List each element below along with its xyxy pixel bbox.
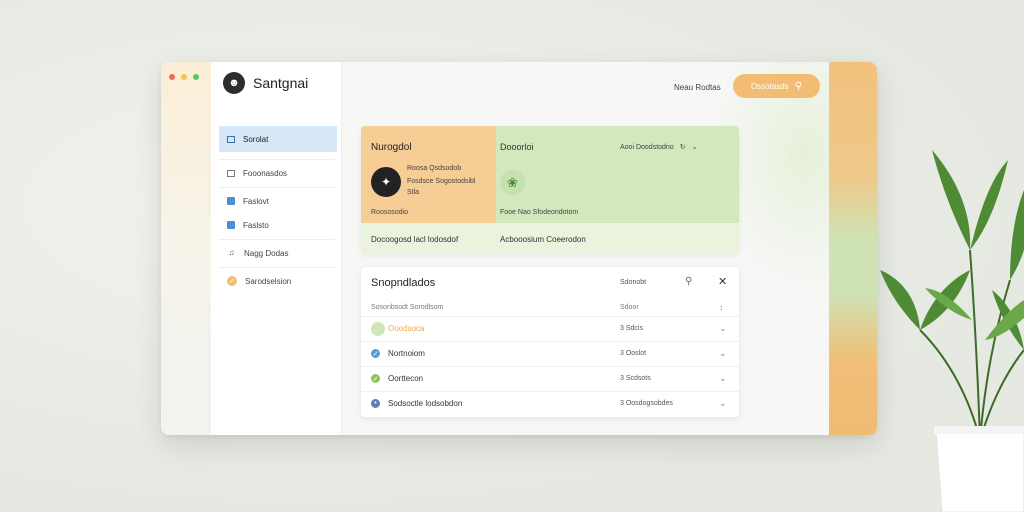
summary-right-title: Dooorloi — [500, 142, 534, 152]
target-icon: • — [371, 399, 380, 408]
check-badge-icon: ✓ — [227, 276, 237, 286]
summary-left-line: Fosdsce Sogostodsibl — [407, 178, 476, 185]
sidebar-item-label: Sarodselsion — [245, 276, 292, 286]
potted-plant-decoration — [880, 150, 1024, 512]
row-value: 3 Oosdogsobdes — [620, 400, 673, 407]
square-icon — [227, 135, 235, 143]
list-header-col: Sdoor — [620, 304, 639, 311]
search-icon: ⚲ — [794, 80, 803, 92]
list-header-left: Sosonbsodt Sorodlsom — [371, 304, 444, 311]
summary-left-line: Stla — [407, 189, 420, 196]
row-name: Sodsoctle lodsobdon — [388, 399, 463, 408]
chevron-down-icon[interactable]: ⌄ — [719, 398, 727, 409]
sidebar-item-label: Sorolat — [243, 134, 269, 144]
summary-left-footer: Roososodio — [371, 209, 408, 216]
sidebar-item-sorolat[interactable]: Sorolat — [219, 126, 337, 152]
summary-right-footer: Fooe Nao Sfodeondotom — [500, 209, 579, 216]
leaf-icon: ❀ — [500, 170, 525, 195]
summary-bottom-left: Docoogosd lacl lodosdof — [371, 235, 459, 244]
decor-right-panel — [829, 62, 877, 435]
list-filter[interactable]: Sdonobt — [620, 279, 646, 286]
decor-left-panel — [161, 62, 211, 435]
brand[interactable]: ☻ Santgnai — [223, 72, 308, 94]
brand-name: Santgnai — [253, 75, 309, 91]
row-name: Oorttecon — [388, 374, 424, 383]
chevron-down-icon[interactable]: ⌄ — [719, 373, 727, 384]
sidebar-item-faslsto[interactable]: Faslsto — [219, 212, 337, 238]
sidebar-item-sarodselsion[interactable]: ✓ Sarodselsion — [219, 268, 337, 294]
status-dot-icon — [371, 322, 385, 336]
close-icon[interactable]: ✕ — [718, 275, 727, 288]
summary-left-line: Roosa Qsdsodob — [407, 165, 462, 172]
summary-card: Nurogdol ✦ Roosa Qsdsodob Fosdsce Sogost… — [361, 126, 739, 254]
globe-icon: ✓ — [371, 349, 380, 358]
sort-icon[interactable]: ↕ — [719, 303, 723, 312]
row-value: 3 Ooslot — [620, 350, 647, 357]
list-card: Snopndlados Sdonobt ⚲ ✕ Sosonbsodt Sorod… — [361, 267, 739, 417]
summary-right-actions[interactable]: Aooi Doodstodno ↻ ⌄ — [620, 143, 698, 152]
table-row[interactable]: ✓ Oorttecon 3 Scdsots ⌄ — [361, 366, 739, 391]
tag-icon — [227, 197, 235, 205]
tag-icon — [227, 221, 235, 229]
close-window-button[interactable] — [169, 74, 175, 80]
avatar[interactable]: ✦ — [371, 167, 401, 197]
sidebar-item-label: Faslsto — [243, 220, 269, 230]
table-row[interactable]: Ooodsoca 3 Sdcis ⌄ — [361, 316, 739, 341]
window-controls — [169, 74, 199, 80]
music-icon: ♫ — [228, 248, 235, 257]
sidebar-item-label: Fooonasdos — [243, 168, 288, 178]
sidebar: ☻ Santgnai Sorolat Fooonasdos Faslovt Fa… — [211, 62, 342, 435]
minimize-window-button[interactable] — [181, 74, 187, 80]
maximize-window-button[interactable] — [193, 74, 199, 80]
sidebar-item-fooonasdos[interactable]: Fooonasdos — [219, 160, 337, 186]
table-row[interactable]: • Sodsoctle lodsobdon 3 Oosdogsobdes ⌄ — [361, 391, 739, 416]
sync-icon: ↻ — [679, 144, 686, 151]
sidebar-item-label: Nagg Dodas — [244, 248, 289, 258]
row-name: Nortnoiom — [388, 349, 425, 358]
chevron-down-icon[interactable]: ⌄ — [719, 348, 727, 359]
search-icon[interactable]: ⚲ — [685, 276, 692, 287]
person-logo-icon: ☻ — [223, 72, 245, 94]
check-icon: ✓ — [371, 374, 380, 383]
row-name: Ooodsoca — [388, 324, 425, 333]
chevron-down-icon: ⌄ — [691, 144, 698, 151]
header-link[interactable]: Neau Rodtas — [674, 83, 721, 92]
tray-icon — [227, 169, 235, 177]
summary-bottom-right: Acbooosium Coeerodon — [500, 235, 586, 244]
summary-right-actions-label: Aooi Doodstodno — [620, 143, 674, 151]
app-window: ☻ Santgnai Sorolat Fooonasdos Faslovt Fa… — [161, 62, 877, 435]
row-value: 3 Sdcis — [620, 325, 643, 332]
sidebar-item-nagg-dodas[interactable]: ♫ Nagg Dodas — [219, 240, 337, 266]
summary-left-title: Nurogdol — [371, 142, 412, 153]
row-value: 3 Scdsots — [620, 375, 651, 382]
list-title: Snopndlados — [371, 277, 436, 289]
main-content: Neau Rodtas Ossotasds ⚲ Nurogdol ✦ Roosa… — [342, 62, 829, 435]
table-row[interactable]: ✓ Nortnoiom 3 Ooslot ⌄ — [361, 341, 739, 366]
chevron-down-icon[interactable]: ⌄ — [719, 323, 727, 334]
header-search-button[interactable]: Ossotasds ⚲ — [733, 74, 820, 98]
header-button-label: Ossotasds — [750, 81, 789, 91]
sidebar-item-faslovt[interactable]: Faslovt — [219, 188, 337, 214]
sidebar-item-label: Faslovt — [243, 196, 269, 206]
